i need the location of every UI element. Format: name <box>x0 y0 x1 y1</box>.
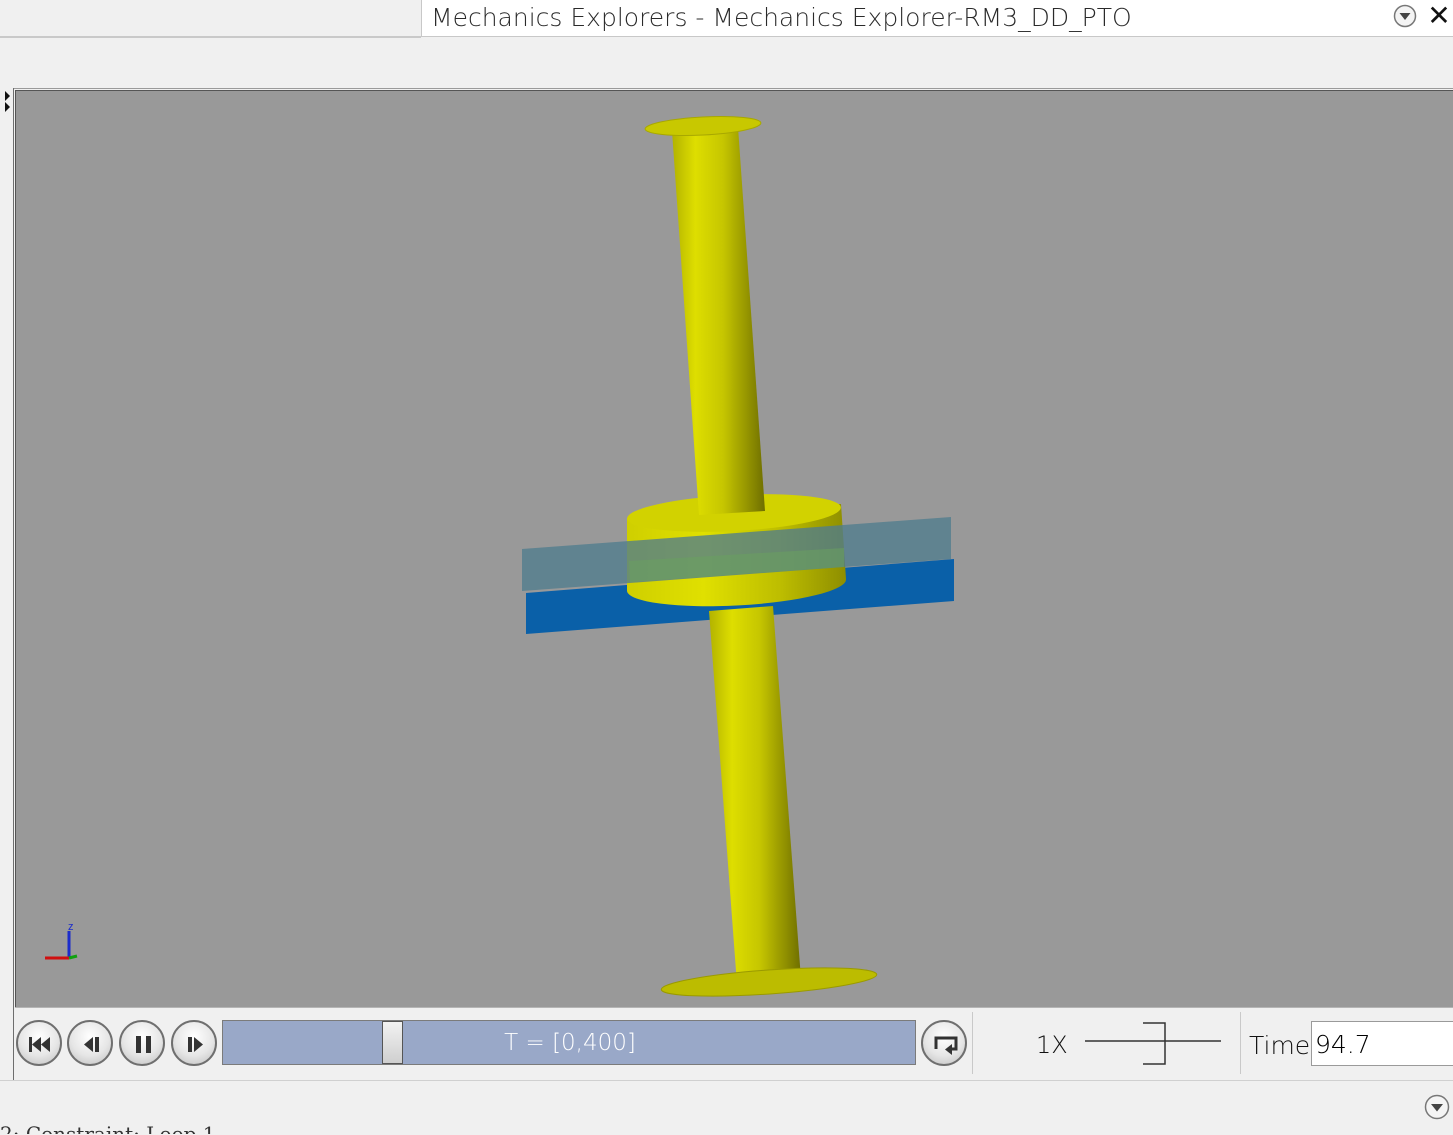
time-range-label: T = [0,400] <box>504 1030 636 1056</box>
skip-to-start-icon <box>29 1037 50 1052</box>
speed-slider-thumb <box>1143 1022 1166 1065</box>
timeline-thumb[interactable] <box>382 1021 403 1064</box>
step-forward-button[interactable] <box>171 1020 217 1066</box>
spar-lower <box>709 606 801 984</box>
step-forward-icon <box>188 1037 203 1052</box>
separator <box>1240 1012 1241 1074</box>
toolbar <box>0 38 1453 89</box>
speed-slider[interactable] <box>1085 1018 1221 1066</box>
close-icon[interactable]: ✕ <box>1426 2 1452 30</box>
pause-icon <box>136 1036 151 1053</box>
time-input[interactable]: 94.7 <box>1311 1021 1453 1066</box>
separator <box>972 1012 973 1074</box>
axis-z-label: z <box>68 921 74 933</box>
status-text: 2: Constraint: Loop 1 <box>0 1124 216 1134</box>
expand-panel-icon[interactable] <box>4 90 12 114</box>
bottom-bar <box>0 1080 1453 1135</box>
speed-label: 1X <box>1036 1031 1068 1059</box>
window-title: Mechanics Explorers - Mechanics Explorer… <box>431 3 1132 32</box>
spar-top-cap <box>644 116 762 136</box>
spar-upper <box>672 127 765 515</box>
step-back-button[interactable] <box>67 1020 113 1066</box>
chevron-down-circle-icon[interactable] <box>1424 1094 1450 1120</box>
timeline-slider[interactable]: T = [0,400] <box>222 1020 916 1065</box>
left-panel-collapsed[interactable] <box>0 88 14 1080</box>
loop-button[interactable] <box>921 1020 967 1066</box>
time-label: Time <box>1249 1031 1311 1060</box>
step-back-icon <box>84 1037 99 1052</box>
loop-icon <box>934 1036 958 1055</box>
scene-render: z <box>45 116 954 997</box>
pause-button[interactable] <box>119 1020 165 1066</box>
skip-to-start-button[interactable] <box>16 1020 62 1066</box>
axis-triad-icon <box>45 931 78 960</box>
chevron-down-circle-icon[interactable] <box>1393 4 1417 28</box>
3d-viewport[interactable]: z <box>15 90 1453 1008</box>
